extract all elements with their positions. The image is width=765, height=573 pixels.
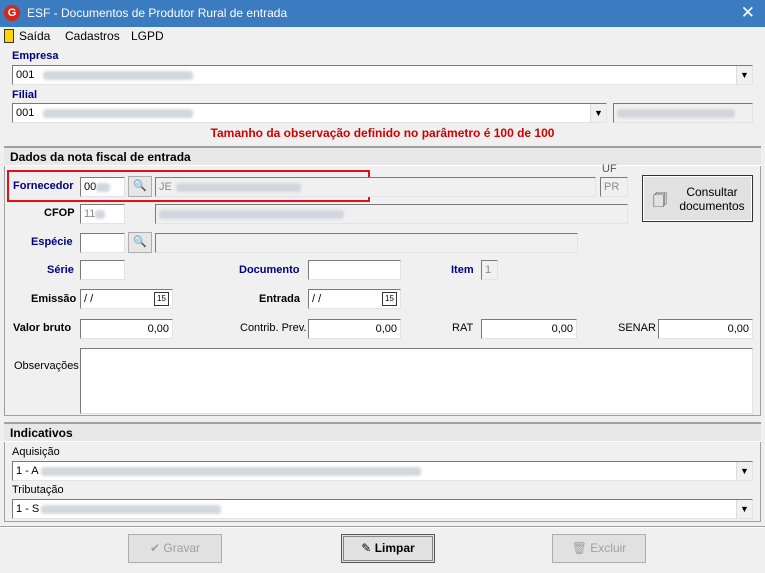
- gravar-button[interactable]: ✔ Gravar: [128, 534, 222, 563]
- check-icon: ✔: [149, 541, 161, 555]
- filial-select[interactable]: 001 ▼: [12, 103, 607, 123]
- empresa-value: 001: [16, 69, 35, 81]
- uf-label: UF: [602, 163, 617, 175]
- cfop-description-redacted: [159, 209, 344, 219]
- indicativos-section-title: Indicativos: [4, 423, 761, 442]
- calendar-icon[interactable]: 15: [154, 292, 169, 306]
- especie-description-field: [155, 233, 578, 253]
- divider: [0, 527, 765, 528]
- close-icon[interactable]: ✕: [741, 3, 755, 23]
- emissao-label: Emissão: [31, 293, 77, 305]
- cfop-input[interactable]: 11: [80, 204, 125, 224]
- aquisicao-value: 1 - A: [16, 465, 39, 477]
- binoculars-icon[interactable]: 🔍: [128, 232, 152, 253]
- filial-label: Filial: [12, 89, 38, 101]
- cfop-code-redacted: [95, 209, 106, 219]
- senar-label: SENAR: [618, 322, 656, 334]
- especie-input[interactable]: [80, 233, 125, 253]
- fornecedor-code-input[interactable]: 00: [80, 177, 125, 197]
- title-bar: G ESF - Documentos de Produtor Rural de …: [0, 0, 765, 27]
- entrada-label: Entrada: [259, 293, 300, 305]
- empresa-name-redacted: [43, 70, 194, 80]
- observacoes-textarea[interactable]: [80, 348, 753, 414]
- menu-saida[interactable]: Saída: [19, 29, 50, 43]
- menu-bar: Saída Cadastros LGPD: [0, 27, 765, 46]
- gravar-label: Gravar: [163, 541, 201, 555]
- aquisicao-select[interactable]: 1 - A ▼: [12, 461, 753, 481]
- chevron-down-icon[interactable]: ▼: [736, 66, 752, 84]
- observacoes-label: Observações: [14, 360, 79, 372]
- filial-cnpj-field: [613, 103, 753, 123]
- item-label: Item: [451, 264, 474, 276]
- entrada-date-value: / /: [312, 293, 322, 305]
- tributacao-select[interactable]: 1 - S ▼: [12, 499, 753, 519]
- trash-icon: 🗑: [571, 541, 587, 555]
- serie-label: Série: [47, 264, 74, 276]
- menu-cadastros[interactable]: Cadastros: [65, 29, 120, 43]
- exit-door-icon: [4, 29, 14, 43]
- limpar-button[interactable]: ✎ Limpar: [341, 534, 435, 563]
- contrib-prev-label: Contrib. Prev.: [240, 322, 307, 334]
- menu-lgpd[interactable]: LGPD: [131, 29, 164, 43]
- limpar-label: Limpar: [374, 541, 415, 555]
- nota-section-title: Dados da nota fiscal de entrada: [4, 147, 761, 166]
- emissao-date-input[interactable]: / / 15: [80, 289, 173, 309]
- filial-value: 001: [16, 107, 35, 119]
- broom-icon: ✎: [361, 541, 372, 555]
- contrib-prev-input[interactable]: 0,00: [308, 319, 401, 339]
- tributacao-description-redacted: [41, 504, 222, 514]
- observation-limit-message: Tamanho da observação definido no parâme…: [210, 126, 555, 140]
- item-field: 1: [481, 260, 498, 280]
- serie-input[interactable]: [80, 260, 125, 280]
- document-search-icon: 🗍: [653, 192, 667, 208]
- fornecedor-label: Fornecedor: [13, 180, 74, 192]
- chevron-down-icon[interactable]: ▼: [736, 462, 752, 480]
- app-logo-icon: G: [4, 5, 20, 21]
- cfop-code-value: 11: [84, 208, 96, 220]
- consultar-label-2: documentos: [679, 199, 745, 213]
- entrada-date-input[interactable]: / / 15: [308, 289, 401, 309]
- aquisicao-label: Aquisição: [12, 446, 60, 458]
- chevron-down-icon[interactable]: ▼: [736, 500, 752, 518]
- documento-input[interactable]: [308, 260, 401, 280]
- tributacao-value: 1 - S: [16, 503, 40, 515]
- excluir-label: Excluir: [590, 541, 627, 555]
- cfop-description-field: [155, 204, 628, 224]
- aquisicao-description-redacted: [40, 466, 421, 476]
- cfop-label: CFOP: [44, 207, 75, 219]
- binoculars-icon[interactable]: 🔍: [128, 176, 152, 197]
- consultar-documentos-button[interactable]: 🗍 Consultar documentos: [642, 175, 753, 222]
- senar-input[interactable]: 0,00: [658, 319, 753, 339]
- filial-name-redacted: [43, 108, 194, 118]
- tributacao-label: Tributação: [12, 484, 64, 496]
- fornecedor-code-redacted: [96, 182, 111, 192]
- uf-field: PR: [600, 177, 628, 197]
- empresa-label: Empresa: [12, 50, 59, 62]
- consultar-label-1: Consultar: [686, 185, 738, 199]
- emissao-date-value: / /: [84, 293, 94, 305]
- fornecedor-name-value: JE: [159, 181, 172, 193]
- especie-label: Espécie: [31, 236, 73, 248]
- rat-input[interactable]: 0,00: [481, 319, 577, 339]
- calendar-icon[interactable]: 15: [382, 292, 397, 306]
- fornecedor-name-redacted: [175, 182, 301, 192]
- rat-label: RAT: [452, 322, 474, 334]
- valor-bruto-label: Valor bruto: [13, 322, 72, 334]
- fornecedor-name-field: JE: [155, 177, 596, 197]
- excluir-button[interactable]: 🗑 Excluir: [552, 534, 646, 563]
- window-title: ESF - Documentos de Produtor Rural de en…: [27, 6, 288, 20]
- chevron-down-icon[interactable]: ▼: [590, 104, 606, 122]
- valor-bruto-input[interactable]: 0,00: [80, 319, 173, 339]
- empresa-select[interactable]: 001 ▼: [12, 65, 753, 85]
- documento-label: Documento: [239, 264, 300, 276]
- filial-cnpj-redacted: [617, 108, 735, 118]
- fornecedor-code-value: 00: [84, 181, 97, 193]
